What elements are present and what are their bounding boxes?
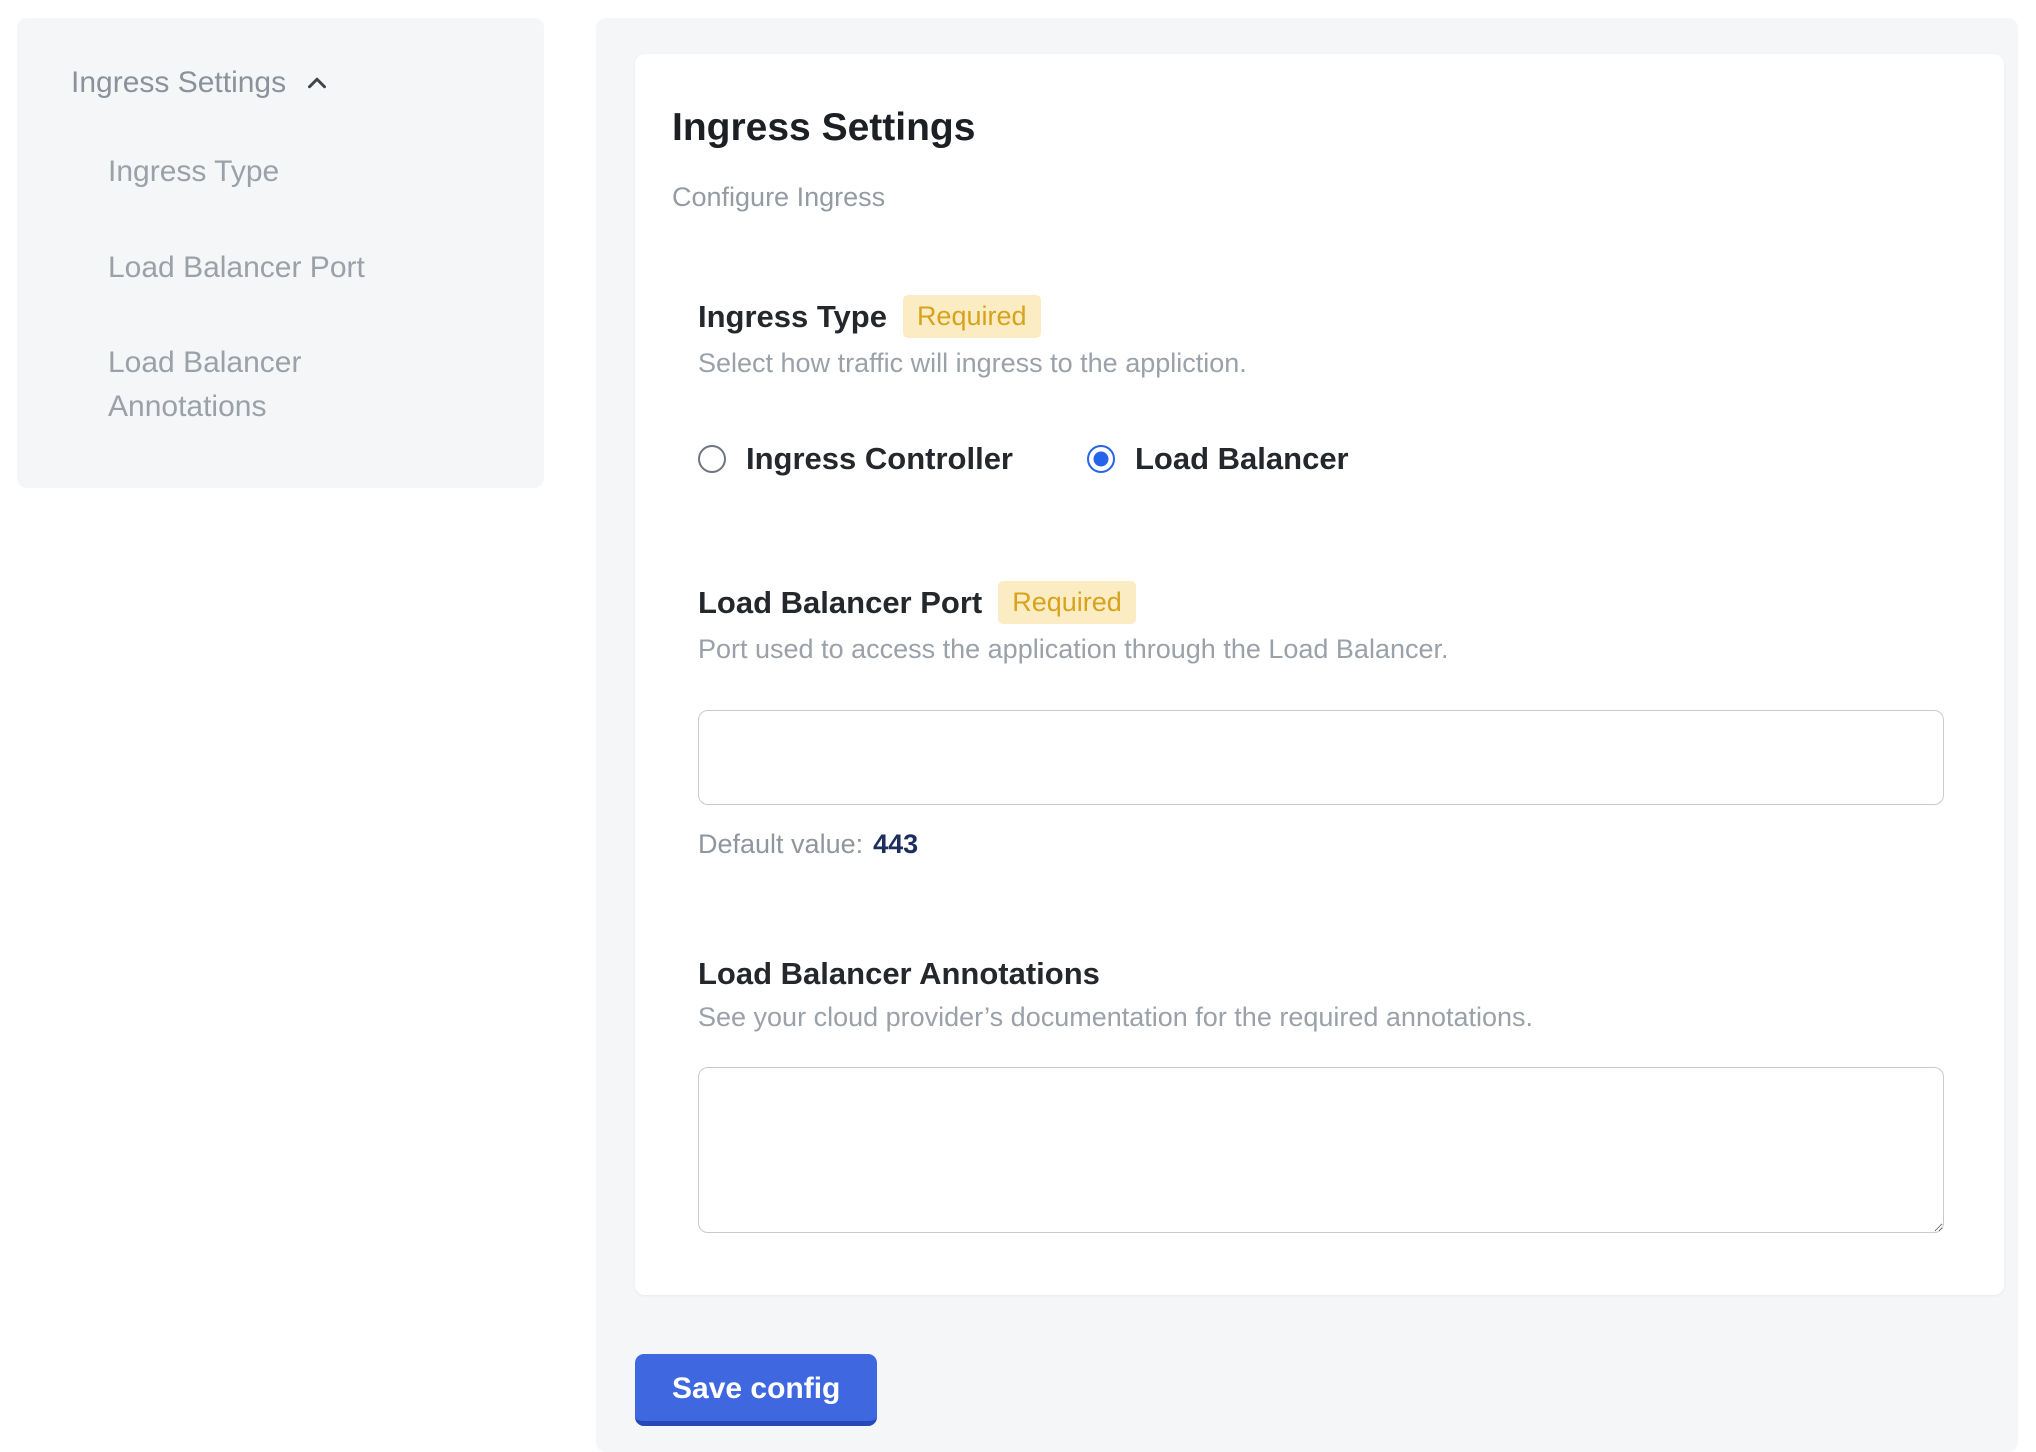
- settings-nav-sidebar: Ingress Settings Ingress Type Load Balan…: [17, 18, 544, 488]
- chevron-up-icon: [302, 68, 332, 98]
- save-config-button[interactable]: Save config: [635, 1354, 877, 1426]
- ingress-type-section: Ingress Type Required Select how traffic…: [672, 295, 1944, 379]
- load-balancer-port-description: Port used to access the application thro…: [698, 634, 1944, 665]
- load-balancer-port-input[interactable]: [698, 710, 1944, 805]
- radio-option-load-balancer[interactable]: Load Balancer: [1087, 441, 1349, 477]
- load-balancer-annotations-description: See your cloud provider’s documentation …: [698, 1002, 1944, 1033]
- sidebar-item-load-balancer-port[interactable]: Load Balancer Port: [108, 246, 438, 290]
- radio-option-ingress-controller[interactable]: Ingress Controller: [698, 441, 1013, 477]
- load-balancer-port-label: Load Balancer Port: [698, 585, 982, 621]
- page-title: Ingress Settings: [672, 106, 1944, 150]
- default-value-row: Default value: 443: [698, 829, 1944, 860]
- required-badge: Required: [998, 581, 1136, 624]
- sidebar-section-label: Ingress Settings: [71, 66, 286, 100]
- radio-option-label: Ingress Controller: [746, 441, 1013, 477]
- sidebar-nav: Ingress Type Load Balancer Port Load Bal…: [71, 150, 500, 428]
- default-value-label: Default value:: [698, 829, 863, 859]
- load-balancer-annotations-input[interactable]: [698, 1067, 1944, 1233]
- load-balancer-annotations-label: Load Balancer Annotations: [698, 956, 1100, 992]
- sidebar-item-load-balancer-annotations[interactable]: Load Balancer Annotations: [108, 341, 438, 428]
- ingress-type-label: Ingress Type: [698, 299, 887, 335]
- ingress-type-radio-group: Ingress Controller Load Balancer: [672, 441, 1944, 477]
- main-panel: Ingress Settings Configure Ingress Ingre…: [596, 18, 2018, 1452]
- radio-icon: [1087, 445, 1115, 473]
- radio-icon: [698, 445, 726, 473]
- sidebar-item-ingress-type[interactable]: Ingress Type: [108, 150, 438, 194]
- required-badge: Required: [903, 295, 1041, 338]
- ingress-settings-card: Ingress Settings Configure Ingress Ingre…: [635, 54, 2004, 1295]
- ingress-type-description: Select how traffic will ingress to the a…: [698, 348, 1944, 379]
- radio-option-label: Load Balancer: [1135, 441, 1349, 477]
- load-balancer-annotations-section: Load Balancer Annotations See your cloud…: [672, 956, 1944, 1233]
- default-value: 443: [873, 829, 918, 859]
- page-subtitle: Configure Ingress: [672, 182, 1944, 213]
- load-balancer-port-section: Load Balancer Port Required Port used to…: [672, 581, 1944, 860]
- sidebar-section-ingress-settings[interactable]: Ingress Settings: [71, 66, 500, 100]
